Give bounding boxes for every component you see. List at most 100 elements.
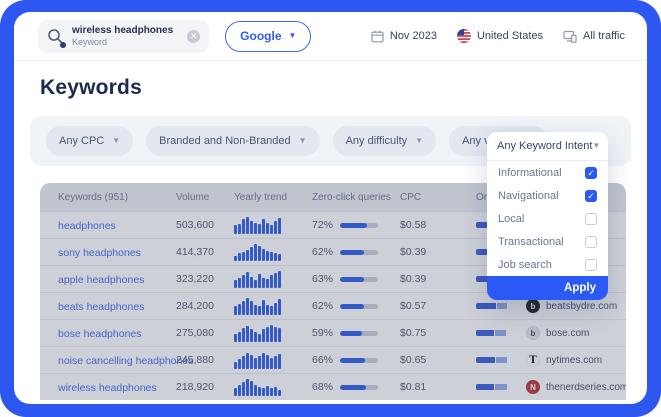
chevron-down-icon: ▼ [299,137,307,145]
zero-click-progress-bar [340,250,378,255]
date-selector[interactable]: Nov 2023 [371,30,437,43]
filter-pill-group: Any CPC▼Branded and Non-Branded▼Any diff… [46,126,548,156]
keyword-link[interactable]: bose headphones [58,328,142,340]
organic-vs-paid-bar [476,303,516,309]
checkbox-unchecked-icon[interactable] [585,236,597,248]
clear-search-icon[interactable]: ✕ [187,30,200,43]
traffic-selector[interactable]: All traffic [563,30,625,43]
volume-cell: 218,920 [176,381,234,393]
intent-option[interactable]: Job search [487,253,608,276]
zero-click-percent: 63% [312,273,333,285]
chevron-down-icon: ▼ [415,137,423,145]
keyword-link[interactable]: sony headphones [58,247,141,259]
keyword-link[interactable]: wireless headphones [58,382,157,394]
yearly-trend-sparkline [234,378,284,396]
intent-option[interactable]: Informational ✓ [487,161,608,184]
yearly-trend-sparkline [234,324,284,342]
intent-option-label: Job search [498,259,552,271]
yearly-trend-cell [234,216,312,234]
keyword-link[interactable]: noise cancelling headphones [58,355,193,367]
intent-option-label: Local [498,213,524,225]
domain-link[interactable]: beatsbydre.com [546,301,617,312]
yearly-trend-cell [234,324,312,342]
filter-pill-label: Branded and Non-Branded [159,135,290,147]
chevron-down-icon: ▼ [592,142,600,150]
keyword-link[interactable]: beats headphones [58,301,144,313]
yearly-trend-cell [234,378,312,396]
search-engine-label: Google [240,29,281,43]
filter-pill[interactable]: Any CPC▼ [46,126,133,156]
organic-vs-paid-bar [476,330,516,336]
zero-click-percent: 66% [312,354,333,366]
search-query-text: wireless headphones [72,25,173,37]
organic-vs-paid-cell [452,330,526,336]
filter-pill[interactable]: Branded and Non-Branded ▼ [146,126,319,156]
keyword-cell: headphones [40,216,176,234]
intent-option-label: Informational [498,167,562,179]
checkbox-unchecked-icon[interactable] [585,213,597,225]
keyword-intent-filter-button[interactable]: Any Keyword Intent ▼ [487,132,608,161]
filter-pill[interactable]: Any difficulty ▼ [333,126,436,156]
filter-pill-label: Any CPC [59,135,104,147]
traffic-label: All traffic [583,30,625,42]
country-selector[interactable]: United States [457,29,543,43]
domain-cell: b beatsbydre.com [526,299,626,313]
cpc-cell: $0.39 [400,246,452,258]
organic-vs-paid-cell [452,303,526,309]
column-header: Zero-click queries [312,192,400,203]
keyword-cell: noise cancelling headphones [40,351,176,369]
table-row[interactable]: bose headphones275,08059%$0.75bbose.com [40,319,626,346]
yearly-trend-sparkline [234,216,284,234]
zero-click-cell: 68% [312,381,400,393]
filter-pill-label: Any difficulty [346,135,408,147]
keyword-cell: beats headphones [40,297,176,315]
column-header: Yearly trend [234,192,312,203]
intent-option-label: Transactional [498,236,564,248]
keyword-intent-dropdown: Any Keyword Intent ▼ Informational✓Navig… [487,132,608,300]
table-row[interactable]: noise cancelling headphones245,88066%$0.… [40,346,626,373]
intent-option[interactable]: Local [487,207,608,230]
keyword-link[interactable]: headphones [58,220,116,232]
yearly-trend-sparkline [234,243,284,261]
keyword-intent-options: Informational ✓ Navigational ✓ Local Transact… [487,161,608,276]
domain-link[interactable]: nytimes.com [546,355,602,366]
keyword-cell: apple headphones [40,270,176,288]
yearly-trend-cell [234,297,312,315]
keyword-search-input[interactable]: wireless headphones Keyword ✕ [38,20,209,53]
cpc-cell: $0.75 [400,327,452,339]
zero-click-percent: 62% [312,246,333,258]
domain-cell: Tnytimes.com [526,353,626,367]
domain-favicon: T [526,353,540,367]
intent-option[interactable]: Transactional [487,230,608,253]
cpc-cell: $0.39 [400,273,452,285]
zero-click-cell: 62% [312,300,400,312]
zero-click-cell: 66% [312,354,400,366]
domain-link[interactable]: bose.com [546,328,589,339]
checkbox-checked-icon[interactable]: ✓ [585,167,597,179]
keyword-cell: sony headphones [40,243,176,261]
zero-click-percent: 62% [312,300,333,312]
checkbox-unchecked-icon[interactable] [585,259,597,271]
domain-link[interactable]: thenerdseries.com [546,382,626,393]
table-row[interactable]: wireless headphones 218,920 68%$0.81 Nthene… [40,373,626,400]
yearly-trend-cell [234,270,312,288]
intent-option-label: Navigational [498,190,559,202]
volume-cell: 284,200 [176,300,234,312]
volume-cell: 323,220 [176,273,234,285]
search-engine-button[interactable]: Google ▼ [225,21,311,52]
cpc-cell: $0.81 [400,381,452,393]
checkbox-checked-icon[interactable]: ✓ [585,190,597,202]
domain-favicon: b [526,299,540,313]
apply-button[interactable]: Apply [487,276,608,300]
domain-cell: Nthenerdseries.com [526,380,626,394]
intent-option[interactable]: Navigational ✓ [487,184,608,207]
app-card: wireless headphones Keyword ✕ Google ▼ N… [14,12,647,404]
column-header: Keywords (951) [40,192,176,203]
date-label: Nov 2023 [390,30,437,42]
volume-cell: 245,880 [176,354,234,366]
yearly-trend-cell [234,351,312,369]
keyword-intent-label: Any Keyword Intent [497,140,592,152]
keyword-link[interactable]: apple headphones [58,274,144,286]
page-title: Keywords [40,76,647,100]
search-type-label: Keyword [72,37,173,47]
